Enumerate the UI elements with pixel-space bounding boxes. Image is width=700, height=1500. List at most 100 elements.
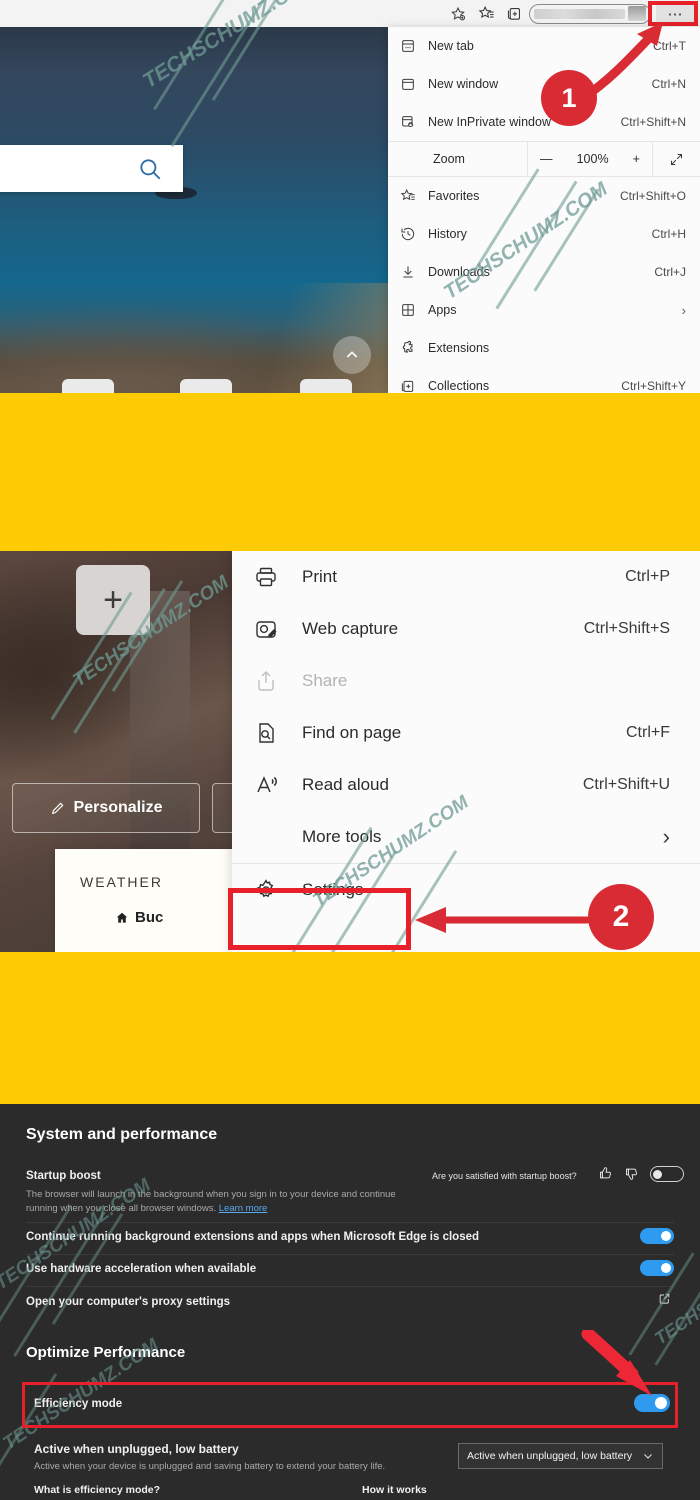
extensions-icon xyxy=(400,340,428,356)
edge-newtab-panel-top: ⋯ New tab Ctrl+T New window Ctrl+N New I… xyxy=(0,0,700,393)
thumbs-down-icon[interactable] xyxy=(624,1166,639,1186)
menu-item-collections[interactable]: Collections Ctrl+Shift+Y xyxy=(388,367,700,393)
newtab-search-box[interactable] xyxy=(0,145,183,192)
active-when-unplugged-label: Active when unplugged, low battery xyxy=(34,1442,239,1456)
favorites-icon[interactable] xyxy=(473,3,499,25)
efficiency-mode-dropdown[interactable]: Active when unplugged, low battery xyxy=(458,1443,663,1469)
web-capture-icon xyxy=(254,617,302,641)
tile-2[interactable] xyxy=(180,379,232,393)
background-extensions-label: Continue running background extensions a… xyxy=(26,1231,480,1243)
find-icon xyxy=(254,721,302,745)
menu-item-label: Apps xyxy=(428,303,457,317)
how-it-works-heading: How it works xyxy=(362,1484,427,1496)
inprivate-icon xyxy=(400,114,428,130)
menu-item-extensions[interactable]: Extensions xyxy=(388,329,700,367)
startup-boost-toggle[interactable] xyxy=(650,1166,684,1182)
history-icon xyxy=(400,226,428,242)
home-icon xyxy=(116,912,128,923)
menu-item-shortcut: Ctrl+J xyxy=(654,265,686,279)
hardware-acceleration-label: Use hardware acceleration when available xyxy=(26,1263,257,1275)
zoom-in-button[interactable]: + xyxy=(633,152,640,166)
yellow-separator-band-1 xyxy=(0,393,700,551)
zoom-label: Zoom xyxy=(433,152,465,166)
menu-item-label: Find on page xyxy=(302,723,402,742)
highlight-box-settings xyxy=(228,888,411,950)
menu-item-shortcut: Ctrl+H xyxy=(651,227,686,241)
new-tab-icon xyxy=(400,38,428,54)
menu-item-label: More tools xyxy=(302,827,382,846)
zoom-row: Zoom — 100% + xyxy=(388,141,700,177)
downloads-icon xyxy=(400,264,428,280)
personalize-button[interactable]: Personalize xyxy=(12,783,200,833)
menu-item-favorites[interactable]: Favorites Ctrl+Shift+O xyxy=(388,177,700,215)
background-extensions-toggle[interactable] xyxy=(640,1228,674,1244)
section-title-system-performance: System and performance xyxy=(26,1126,218,1143)
active-when-unplugged-desc: Active when your device is unplugged and… xyxy=(34,1461,386,1472)
startup-boost-desc-line2: running when you close all browser windo… xyxy=(26,1202,267,1216)
row-divider xyxy=(26,1254,674,1255)
read-aloud-icon xyxy=(254,773,302,797)
menu-item-shortcut: Ctrl+Shift+Y xyxy=(621,379,686,393)
menu-item-shortcut: Ctrl+Shift+U xyxy=(582,776,670,793)
menu-item-read-aloud[interactable]: Read aloud Ctrl+Shift+U xyxy=(232,759,700,811)
hardware-acceleration-toggle[interactable] xyxy=(640,1260,674,1276)
menu-item-shortcut: Ctrl+F xyxy=(626,724,670,741)
menu-item-label: Read aloud xyxy=(302,775,389,794)
new-window-icon xyxy=(400,76,428,92)
menu-item-web-capture[interactable]: Web capture Ctrl+Shift+S xyxy=(232,603,700,655)
edge-settings-system-performance: System and performance Startup boost The… xyxy=(0,1104,700,1500)
menu-item-apps[interactable]: Apps › xyxy=(388,291,700,329)
row-divider xyxy=(26,1222,674,1223)
menu-item-label: Web capture xyxy=(302,619,399,638)
menu-item-label: Share xyxy=(302,671,348,690)
share-icon xyxy=(254,669,302,693)
menu-item-label: Collections xyxy=(428,379,490,393)
scroll-up-button[interactable] xyxy=(333,336,371,374)
dropdown-value: Active when unplugged, low battery xyxy=(467,1450,633,1462)
startup-boost-label: Startup boost xyxy=(26,1170,101,1182)
search-icon xyxy=(140,158,161,179)
menu-item-find-on-page[interactable]: Find on page Ctrl+F xyxy=(232,707,700,759)
weather-card[interactable]: WEATHER Buc xyxy=(55,849,255,952)
menu-item-label: New InPrivate window xyxy=(428,115,551,129)
apps-icon xyxy=(400,302,428,318)
yellow-separator-band-2 xyxy=(0,952,700,1104)
chevron-down-icon xyxy=(644,1454,652,1459)
menu-item-shortcut: Ctrl+Shift+O xyxy=(619,189,686,203)
menu-item-label: Print xyxy=(302,567,337,586)
collections-icon xyxy=(400,378,428,393)
favorites-icon xyxy=(400,188,428,204)
proxy-settings-label: Open your computer's proxy settings xyxy=(26,1296,231,1308)
callout-badge-2: 2 xyxy=(588,884,654,950)
menu-item-print[interactable]: Print Ctrl+P xyxy=(232,551,700,603)
chevron-right-icon: › xyxy=(681,302,686,318)
startup-feedback-question: Are you satisfied with startup boost? xyxy=(432,1171,577,1181)
thumbs-up-icon[interactable] xyxy=(598,1166,613,1186)
section-title-optimize-performance: Optimize Performance xyxy=(26,1344,186,1361)
callout-arrow-2 xyxy=(415,907,591,933)
chevron-right-icon: › xyxy=(662,824,670,849)
weather-city-label: Buc xyxy=(135,909,164,926)
collections-icon[interactable] xyxy=(501,3,527,25)
fullscreen-icon[interactable] xyxy=(652,142,700,176)
zoom-out-button[interactable]: — xyxy=(540,152,553,166)
tile-3[interactable] xyxy=(300,379,352,393)
startup-boost-desc-line1: The browser will launch in the backgroun… xyxy=(26,1189,396,1200)
printer-icon xyxy=(254,565,302,589)
chevron-up-icon xyxy=(346,351,358,358)
weather-location: Buc xyxy=(115,909,163,926)
menu-item-shortcut: Ctrl+P xyxy=(625,568,670,585)
personalize-label: Personalize xyxy=(73,799,163,816)
menu-item-more-tools[interactable]: More tools › xyxy=(232,811,700,863)
learn-more-link[interactable]: Learn more xyxy=(219,1203,268,1214)
add-tile-button[interactable]: + xyxy=(76,565,150,635)
callout-arrow-3 xyxy=(581,1330,652,1396)
zoom-value: 100% xyxy=(576,152,609,166)
add-favorite-icon[interactable] xyxy=(445,3,471,25)
row-divider xyxy=(26,1286,674,1287)
menu-item-shortcut: Ctrl+Shift+S xyxy=(583,620,670,637)
what-is-efficiency-heading: What is efficiency mode? xyxy=(34,1484,161,1496)
screenshot-stage: ⋯ New tab Ctrl+T New window Ctrl+N New I… xyxy=(0,0,700,1500)
menu-item-label: Extensions xyxy=(428,341,490,355)
tile-1[interactable] xyxy=(62,379,114,393)
